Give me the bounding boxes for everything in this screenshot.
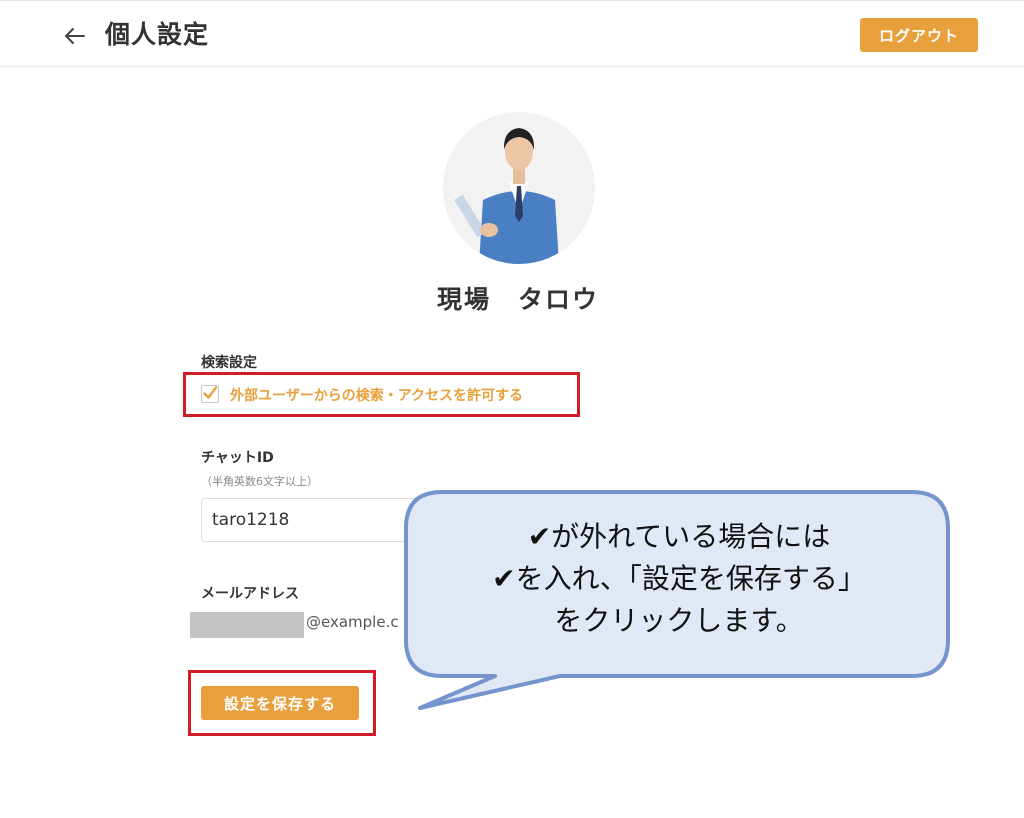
callout-text: ✔が外れている場合には ✔を入れ、「設定を保存する」 をクリックします。 <box>410 516 948 642</box>
callout-line: ✔が外れている場合には <box>527 520 831 553</box>
callout-line: ✔を入れ、「設定を保存する」 <box>492 562 866 595</box>
callout-balloon <box>404 490 950 710</box>
callout-line: をクリックします。 <box>554 604 804 637</box>
settings-page: 個人設定 ログアウト 現場 タロウ 検索設定 外部ユーザーからの検索・アクセスを… <box>0 0 1024 818</box>
